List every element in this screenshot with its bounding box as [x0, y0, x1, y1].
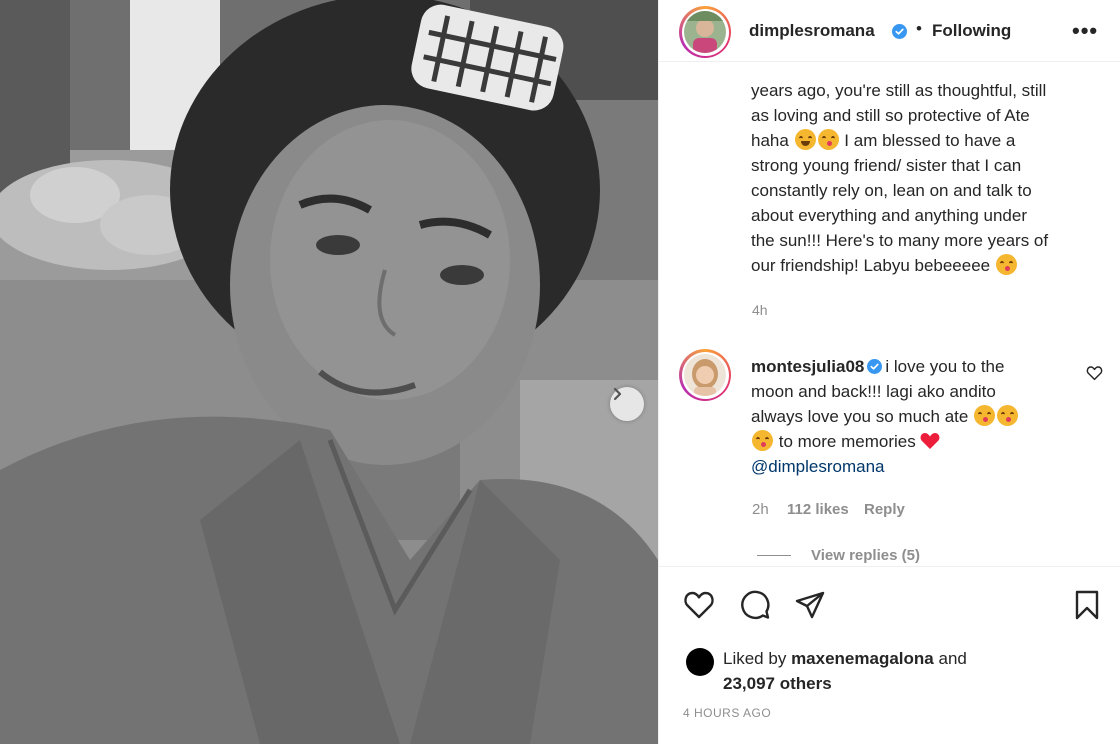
comment-line: always love you so much ate	[751, 407, 969, 426]
caption-line: the sun!!! Here's to many more years of	[751, 231, 1049, 250]
liker-username[interactable]: maxenemagalona	[791, 649, 934, 668]
author-avatar-image	[684, 11, 726, 53]
comment-bubble-icon[interactable]	[739, 589, 771, 621]
grinning-squinting-face-icon	[794, 129, 816, 150]
caption-line: constantly rely on, lean on and talk to	[751, 181, 1032, 200]
post-header: dimplesromana • Following •••	[659, 0, 1120, 62]
red-heart-icon	[921, 433, 940, 449]
caption-line: years ago, you're still as thoughtful, s…	[751, 81, 1047, 100]
caption-line: as loving and still so protective of Ate	[751, 106, 1030, 125]
heart-outline-icon[interactable]	[683, 589, 715, 621]
action-bar	[659, 566, 1120, 646]
caption-line: haha I am blessed to have a	[751, 128, 1101, 153]
commenter-avatar-image	[684, 354, 726, 396]
view-replies-button[interactable]: View replies (5)	[757, 546, 920, 564]
chevron-right-icon	[613, 387, 622, 401]
liker-avatar[interactable]	[686, 648, 714, 676]
commenter-username[interactable]: montesjulia08	[751, 357, 864, 376]
reply-button[interactable]: Reply	[864, 501, 905, 518]
comment-line: i love you to the	[885, 357, 1005, 376]
author-avatar[interactable]	[679, 6, 731, 58]
comment-like-heart-icon[interactable]	[1086, 365, 1103, 381]
view-replies-label: View replies (5)	[811, 546, 920, 564]
post-caption: years ago, you're still as thoughtful, s…	[751, 78, 1101, 278]
verified-badge-icon	[867, 359, 883, 374]
mention-link[interactable]: @dimplesromana	[751, 457, 884, 476]
comment-timestamp[interactable]: 2h	[752, 501, 769, 518]
caption-line-text: our friendship! Labyu bebeeeee	[751, 256, 991, 275]
follow-separator: •	[916, 19, 922, 38]
others-likes-link[interactable]: 23,097 others	[723, 671, 832, 696]
post-timestamp[interactable]: 4 HOURS AGO	[683, 706, 771, 720]
comment-likes-count[interactable]: 112 likes	[787, 501, 849, 518]
comment-body: montesjulia08 i love you to the moon and …	[751, 354, 1081, 479]
caption-line: about everything and anything under	[751, 206, 1027, 225]
face-blowing-kiss-icon	[817, 129, 839, 150]
paper-plane-icon[interactable]	[794, 589, 826, 621]
liked-by-and: and	[938, 649, 967, 668]
face-blowing-kiss-icon	[974, 405, 996, 426]
author-username[interactable]: dimplesromana	[749, 21, 875, 41]
replies-divider	[757, 554, 791, 556]
caption-line: strong young friend/ sister that I can	[751, 156, 1022, 175]
caption-line: our friendship! Labyu bebeeeee	[751, 253, 1101, 278]
face-blowing-kiss-icon	[995, 254, 1017, 275]
bookmark-icon[interactable]	[1071, 589, 1103, 621]
comment-line: moon and back!!! lagi ako andito	[751, 382, 996, 401]
following-button[interactable]: Following	[932, 21, 1011, 41]
next-photo-button[interactable]	[610, 387, 644, 421]
caption-line-prefix: haha	[751, 131, 789, 150]
comment-line: to more memories	[778, 432, 916, 451]
portrait-image	[0, 0, 658, 744]
liked-by-prefix: Liked by	[723, 649, 787, 668]
post-details-panel: dimplesromana • Following ••• years ago,…	[658, 0, 1120, 744]
face-blowing-kiss-icon	[997, 405, 1019, 426]
face-blowing-kiss-icon	[752, 430, 773, 451]
post-photo	[0, 0, 658, 744]
more-options-icon[interactable]: •••	[1072, 18, 1098, 44]
verified-badge-icon	[892, 24, 907, 39]
caption-line-rest: I am blessed to have a	[844, 131, 1016, 150]
commenter-avatar[interactable]	[679, 349, 731, 401]
caption-timestamp[interactable]: 4h	[752, 302, 768, 318]
